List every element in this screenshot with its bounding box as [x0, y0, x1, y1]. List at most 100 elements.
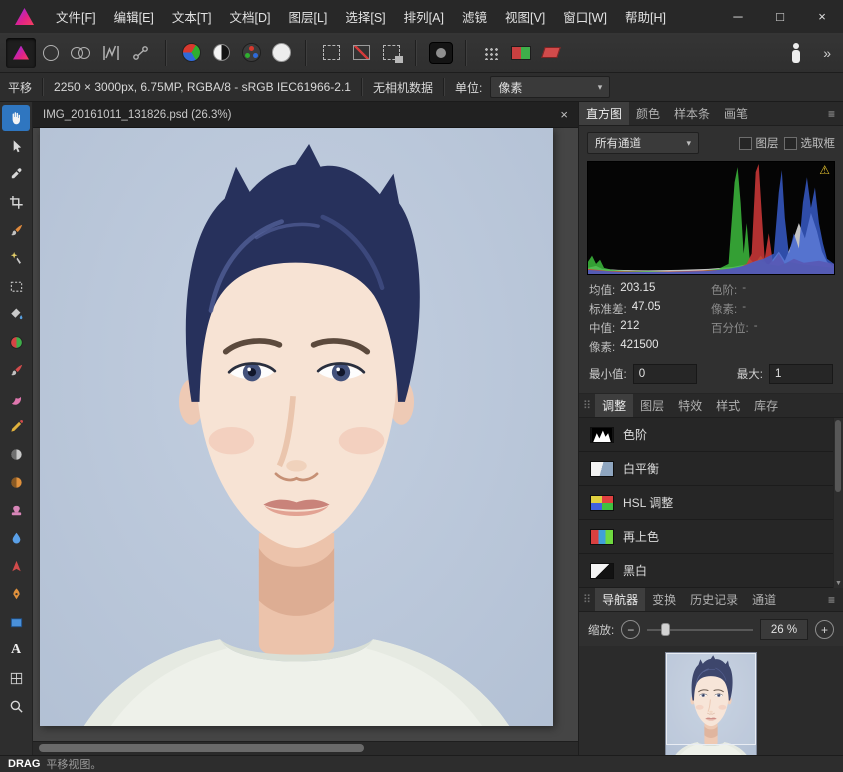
menu-edit[interactable]: 编辑[E] — [105, 0, 163, 33]
tab-history[interactable]: 历史记录 — [683, 588, 745, 611]
text-tool[interactable]: A — [2, 637, 30, 663]
panel-grip-icon[interactable]: ⠿ — [579, 394, 595, 417]
adjustment-item-black-white[interactable]: 黑白 — [579, 554, 843, 588]
tab-styles[interactable]: 样式 — [709, 394, 747, 417]
tab-histogram[interactable]: 直方图 — [579, 102, 629, 125]
snapping-toggle-button[interactable] — [506, 38, 536, 68]
minimize-button[interactable]: ─ — [717, 0, 759, 33]
selection-brush-tool[interactable] — [2, 245, 30, 271]
maximize-button[interactable]: □ — [759, 0, 801, 33]
blur-brush-tool[interactable] — [2, 525, 30, 551]
rectangle-tool[interactable] — [2, 609, 30, 635]
tab-color[interactable]: 颜色 — [629, 102, 667, 125]
pen-tool[interactable] — [2, 581, 30, 607]
adjustment-item-white-balance[interactable]: 白平衡 — [579, 452, 843, 486]
adjustment-item-hsl[interactable]: HSL 调整 — [579, 486, 843, 520]
grayscale-mode-button[interactable] — [206, 38, 236, 68]
navigator-thumbnail[interactable] — [666, 653, 756, 755]
channels-preview-button[interactable] — [236, 38, 266, 68]
min-input[interactable] — [633, 364, 697, 384]
rgb-color-mode-button[interactable] — [176, 38, 206, 68]
tab-stock[interactable]: 库存 — [747, 394, 785, 417]
smudge-brush-tool[interactable] — [2, 385, 30, 411]
adjustment-item-recolor[interactable]: 再上色 — [579, 520, 843, 554]
menu-help[interactable]: 帮助[H] — [616, 0, 675, 33]
panel-grip-icon[interactable]: ⠿ — [579, 588, 595, 611]
adjustment-item-levels[interactable]: 色阶 — [579, 418, 843, 452]
menu-filters[interactable]: 滤镜 — [453, 0, 496, 33]
sharpen-brush-tool[interactable] — [2, 553, 30, 579]
horizontal-scrollbar[interactable] — [33, 741, 578, 755]
paint-brush-tool[interactable] — [2, 357, 30, 383]
document-image[interactable] — [40, 128, 553, 726]
mesh-warp-tool[interactable] — [2, 665, 30, 691]
menu-text[interactable]: 文本[T] — [163, 0, 221, 33]
zoom-value[interactable]: 26 % — [760, 619, 808, 640]
zoom-tool[interactable] — [2, 693, 30, 719]
tab-navigator[interactable]: 导航器 — [595, 588, 645, 611]
move-tool[interactable] — [2, 133, 30, 159]
panel-menu-icon[interactable]: ≡ — [820, 588, 843, 611]
flood-fill-tool[interactable] — [2, 301, 30, 327]
color-picker-tool[interactable] — [2, 161, 30, 187]
menu-arrange[interactable]: 排列[A] — [395, 0, 453, 33]
zoom-in-button[interactable]: + — [815, 620, 834, 639]
adjustment-scrollbar[interactable]: ▼ — [833, 418, 843, 588]
tone-mapping-persona-button[interactable] — [96, 38, 126, 68]
canvas-viewport[interactable] — [33, 127, 578, 742]
horizontal-scrollbar-thumb[interactable] — [39, 744, 364, 752]
tab-adjustment[interactable]: 调整 — [595, 394, 633, 417]
navigator-viewport-rect[interactable] — [666, 653, 756, 745]
snapping-grid-button[interactable] — [476, 38, 506, 68]
menu-window[interactable]: 窗口[W] — [554, 0, 616, 33]
tab-close-icon[interactable]: × — [550, 107, 578, 122]
menu-view[interactable]: 视图[V] — [496, 0, 554, 33]
histogram-display[interactable]: ⚠ — [587, 161, 835, 275]
gradient-tool[interactable] — [2, 329, 30, 355]
marquee-visible-button[interactable] — [316, 38, 346, 68]
develop-persona-button[interactable] — [66, 38, 96, 68]
document-tab[interactable]: IMG_20161011_131826.psd (26.3%) — [33, 109, 241, 121]
marquee-checkbox[interactable]: 选取框 — [784, 135, 836, 151]
vector-brush-tool[interactable] — [2, 217, 30, 243]
menu-document[interactable]: 文档[D] — [220, 0, 279, 33]
insertion-target-button[interactable] — [781, 38, 811, 68]
liquify-persona-button[interactable] — [36, 38, 66, 68]
menu-select[interactable]: 选择[S] — [336, 0, 394, 33]
pixel-pencil-tool[interactable] — [2, 413, 30, 439]
crop-tool[interactable] — [2, 189, 30, 215]
max-input[interactable] — [769, 364, 833, 384]
view-hand-tool[interactable] — [2, 105, 30, 131]
menu-file[interactable]: 文件[F] — [47, 0, 105, 33]
warning-icon[interactable]: ⚠ — [819, 163, 830, 177]
tab-layers[interactable]: 图层 — [633, 394, 671, 417]
layer-checkbox[interactable]: 图层 — [739, 135, 779, 151]
tab-effects[interactable]: 特效 — [671, 394, 709, 417]
zoom-slider[interactable] — [647, 621, 753, 638]
panel-menu-icon[interactable]: ≡ — [820, 102, 843, 125]
tab-channels[interactable]: 通道 — [745, 588, 783, 611]
deselect-button[interactable] — [346, 38, 376, 68]
scroll-down-icon[interactable]: ▼ — [834, 580, 843, 587]
unit-dropdown[interactable]: 像素 ▾ — [490, 76, 610, 98]
channel-dropdown[interactable]: 所有通道 ▾ — [587, 132, 699, 154]
assistant-button[interactable] — [536, 38, 566, 68]
marquee-select-tool[interactable] — [2, 273, 30, 299]
tab-transform[interactable]: 变换 — [645, 588, 683, 611]
quick-mask-button[interactable] — [426, 38, 456, 68]
mono-preview-button[interactable] — [266, 38, 296, 68]
tab-swatches[interactable]: 样本条 — [667, 102, 717, 125]
photo-persona-button[interactable] — [6, 38, 36, 68]
selection-mode-button[interactable] — [376, 38, 406, 68]
burn-brush-tool[interactable] — [2, 469, 30, 495]
zoom-slider-thumb[interactable] — [661, 623, 670, 636]
menu-layer[interactable]: 图层[L] — [279, 0, 336, 33]
toolbar-overflow-button[interactable]: » — [817, 45, 837, 61]
tab-brushes[interactable]: 画笔 — [717, 102, 755, 125]
dodge-brush-tool[interactable] — [2, 441, 30, 467]
clone-stamp-tool[interactable] — [2, 497, 30, 523]
zoom-out-button[interactable]: − — [621, 620, 640, 639]
export-persona-button[interactable] — [126, 38, 156, 68]
close-button[interactable]: × — [801, 0, 843, 33]
adjustment-scrollbar-thumb[interactable] — [835, 420, 841, 492]
